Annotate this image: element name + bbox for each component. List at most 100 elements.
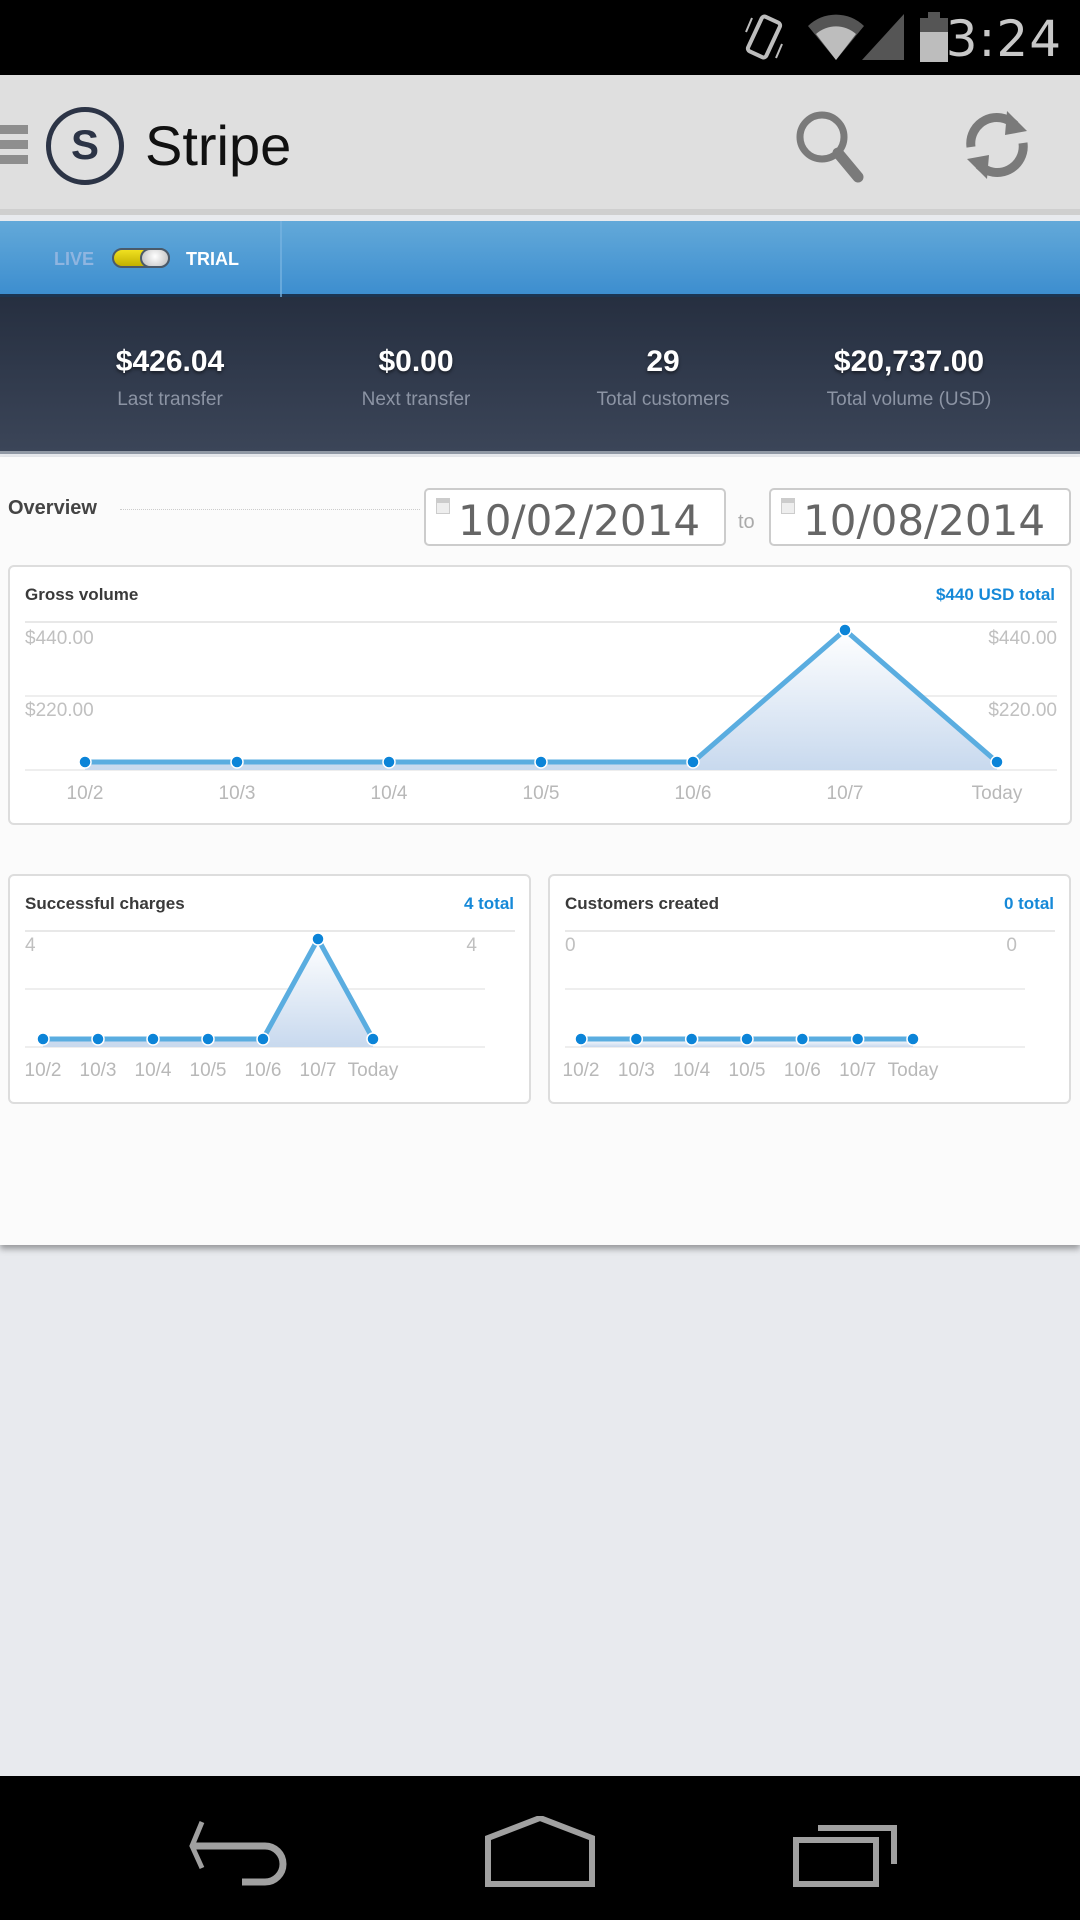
x-tick-label: 10/4: [673, 1060, 710, 1081]
menu-icon[interactable]: [0, 125, 28, 167]
data-point: [574, 1032, 588, 1046]
signal-icon: [862, 14, 904, 60]
data-point: [311, 932, 325, 946]
toggle-knob[interactable]: [140, 248, 170, 268]
y-tick-label-left: 0: [565, 935, 576, 956]
data-point: [990, 755, 1004, 769]
status-bar: 3:24: [0, 0, 1080, 75]
back-icon[interactable]: [180, 1816, 300, 1896]
live-label: LIVE: [54, 249, 95, 269]
data-point: [230, 755, 244, 769]
stat-value: $426.04: [115, 345, 225, 378]
live-trial-toggle[interactable]: [112, 248, 170, 268]
calendar-icon: [781, 498, 795, 514]
stat-next-transfer: $0.00 Next transfer: [286, 345, 546, 411]
gross-volume-card[interactable]: Gross volume $440 USD total $440.00 $440.…: [8, 565, 1072, 825]
end-date-value: 10/08/2014: [803, 496, 1046, 545]
x-tick-label: 10/7: [839, 1060, 876, 1081]
stat-label: Last transfer: [117, 389, 223, 410]
x-tick-label: 10/5: [729, 1060, 766, 1081]
data-point: [36, 1032, 50, 1046]
x-tick-label: 10/6: [784, 1060, 821, 1081]
y-tick-label-right: $440.00: [988, 628, 1057, 649]
search-icon[interactable]: [790, 105, 870, 185]
data-point: [795, 1032, 810, 1046]
data-point: [850, 1032, 865, 1046]
area-fill: [85, 630, 997, 770]
x-tick-label: 10/3: [618, 1060, 655, 1081]
app-title: Stripe: [145, 114, 292, 177]
chart-1: 4 4 10/2 10/3 10/4 10/5 10/6 10/7 Today: [25, 930, 515, 1081]
stat-value: 29: [646, 345, 680, 378]
x-tick-label: 10/7: [300, 1060, 337, 1081]
x-tick-label: Today: [972, 783, 1023, 804]
data-point: [256, 1032, 270, 1046]
data-point: [534, 755, 548, 769]
stripe-logo[interactable]: S: [46, 107, 124, 185]
calendar-icon: [436, 498, 450, 514]
y-tick-label-right: 4: [466, 935, 477, 956]
data-point: [366, 1032, 380, 1046]
data-point: [684, 1032, 699, 1046]
recents-icon[interactable]: [790, 1816, 910, 1896]
y-tick-label-left: $440.00: [25, 628, 94, 649]
x-tick-label: 10/5: [190, 1060, 227, 1081]
start-date-input[interactable]: 10/02/2014: [424, 488, 726, 546]
action-bar: S Stripe: [0, 75, 1080, 215]
vibrate-icon: [745, 14, 783, 60]
x-tick-label: 10/4: [371, 783, 408, 804]
data-point: [686, 755, 700, 769]
x-tick-label: 10/3: [219, 783, 256, 804]
wifi-icon: [808, 14, 864, 61]
data-point: [906, 1032, 920, 1046]
navigation-bar: [0, 1776, 1080, 1920]
data-point: [382, 755, 396, 769]
customers-created-card[interactable]: Customers created 0 total 0 0 10/2 10/3 10/4…: [548, 874, 1071, 1104]
data-point: [146, 1032, 160, 1046]
x-tick-label: 10/2: [25, 1060, 62, 1081]
stat-value: $0.00: [378, 345, 454, 378]
data-point: [91, 1032, 105, 1046]
end-date-input[interactable]: 10/08/2014: [769, 488, 1071, 546]
stat-last-transfer: $426.04 Last transfer: [40, 345, 300, 411]
data-point: [740, 1032, 754, 1046]
area-fill: [43, 939, 373, 1047]
clock: 3:24: [945, 10, 1062, 68]
data-point: [838, 623, 852, 637]
x-tick-label: 10/4: [135, 1060, 172, 1081]
y-tick-label-right: 0: [1006, 935, 1017, 956]
to-label: to: [738, 511, 755, 533]
y-tick-label-left: 4: [25, 935, 36, 956]
x-tick-label: 10/5: [523, 783, 560, 804]
chart-0: $440.00 $440.00 $220.00 $220.00 10/2 10/3 10/4…: [25, 621, 1057, 804]
data-point: [78, 755, 92, 769]
dashboard-content: Overview 10/02/2014 to 10/08/2014 Gross …: [0, 457, 1080, 1245]
mode-bar: LIVE TRIAL: [0, 221, 1080, 297]
stat-value: $20,737.00: [833, 345, 985, 378]
chart-2: 0 0 10/2 10/3 10/4 10/5 10/6 10/7 Today: [563, 930, 1055, 1081]
y-tick-label-right: $220.00: [988, 700, 1057, 721]
stats-panel: $426.04 Last transfer $0.00 Next transfe…: [0, 297, 1080, 454]
data-point: [201, 1032, 215, 1046]
divider: [120, 509, 420, 510]
x-tick-label: 10/6: [245, 1060, 282, 1081]
overview-heading: Overview: [8, 497, 97, 519]
stat-label: Total customers: [596, 389, 730, 410]
x-tick-label: Today: [348, 1060, 399, 1081]
trial-label: TRIAL: [186, 249, 239, 269]
refresh-icon[interactable]: [957, 105, 1037, 185]
divider: [280, 221, 282, 297]
x-tick-label: 10/7: [827, 783, 864, 804]
home-icon[interactable]: [480, 1816, 600, 1896]
successful-charges-card[interactable]: Successful charges 4 total 4 4 10/2 10/3 10/…: [8, 874, 531, 1104]
x-tick-label: 10/3: [80, 1060, 117, 1081]
x-tick-label: 10/6: [675, 783, 712, 804]
x-tick-label: 10/2: [67, 783, 104, 804]
stat-total-volume: $20,737.00 Total volume (USD): [779, 345, 1039, 411]
stat-label: Next transfer: [361, 389, 471, 410]
y-tick-label-left: $220.00: [25, 700, 94, 721]
x-tick-label: Today: [888, 1060, 939, 1081]
x-tick-label: 10/2: [563, 1060, 600, 1081]
start-date-value: 10/02/2014: [458, 496, 701, 545]
stat-label: Total volume (USD): [826, 389, 992, 410]
